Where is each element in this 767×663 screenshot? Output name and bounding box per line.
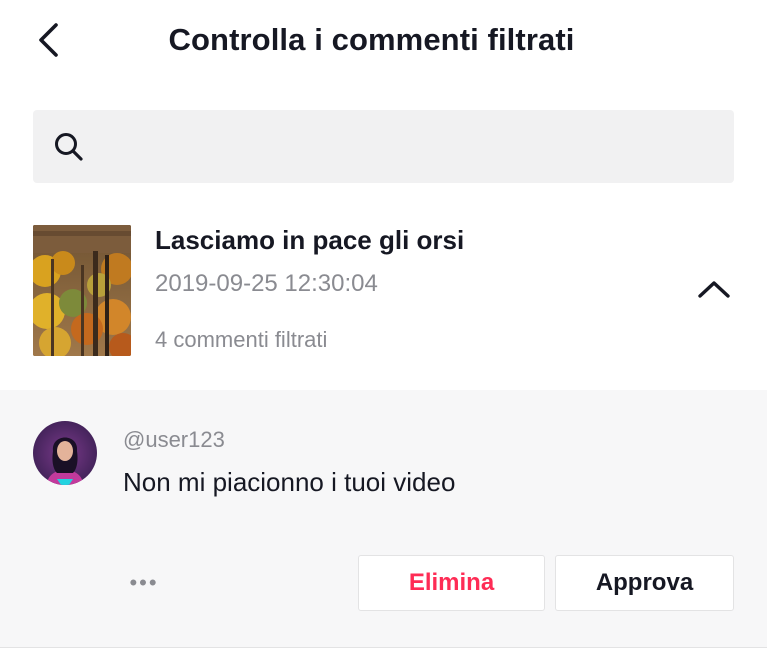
header: Controlla i commenti filtrati	[0, 0, 767, 86]
more-options-button[interactable]: •••	[120, 565, 168, 601]
video-title: Lasciamo in pace gli orsi	[155, 225, 465, 255]
more-icon: •••	[129, 570, 159, 595]
search-bar[interactable]	[33, 109, 734, 184]
filtered-comment-count: 4 commenti filtrati	[155, 327, 328, 352]
filtered-comments-screen: Controlla i commenti filtrati Lasciamo i…	[0, 0, 767, 663]
collapse-button[interactable]	[690, 271, 738, 311]
video-datetime: 2019-09-25 12:30:04	[155, 270, 378, 297]
approve-button[interactable]: Approva	[555, 555, 734, 611]
avatar[interactable]	[33, 421, 97, 485]
comment-text: Non mi piacionno i tuoi video	[123, 467, 456, 497]
video-item[interactable]: Lasciamo in pace gli orsi 2019-09-25 12:…	[0, 205, 767, 385]
divider	[0, 647, 767, 648]
comment-username[interactable]: @user123	[123, 427, 225, 453]
chevron-up-icon	[697, 279, 731, 304]
page-title: Controlla i commenti filtrati	[168, 22, 575, 57]
video-thumbnail	[33, 225, 131, 356]
delete-button[interactable]: Elimina	[358, 555, 545, 611]
filtered-comment: @user123 Non mi piacionno i tuoi video •…	[0, 390, 767, 647]
search-icon	[51, 129, 87, 165]
search-input[interactable]	[87, 109, 734, 184]
